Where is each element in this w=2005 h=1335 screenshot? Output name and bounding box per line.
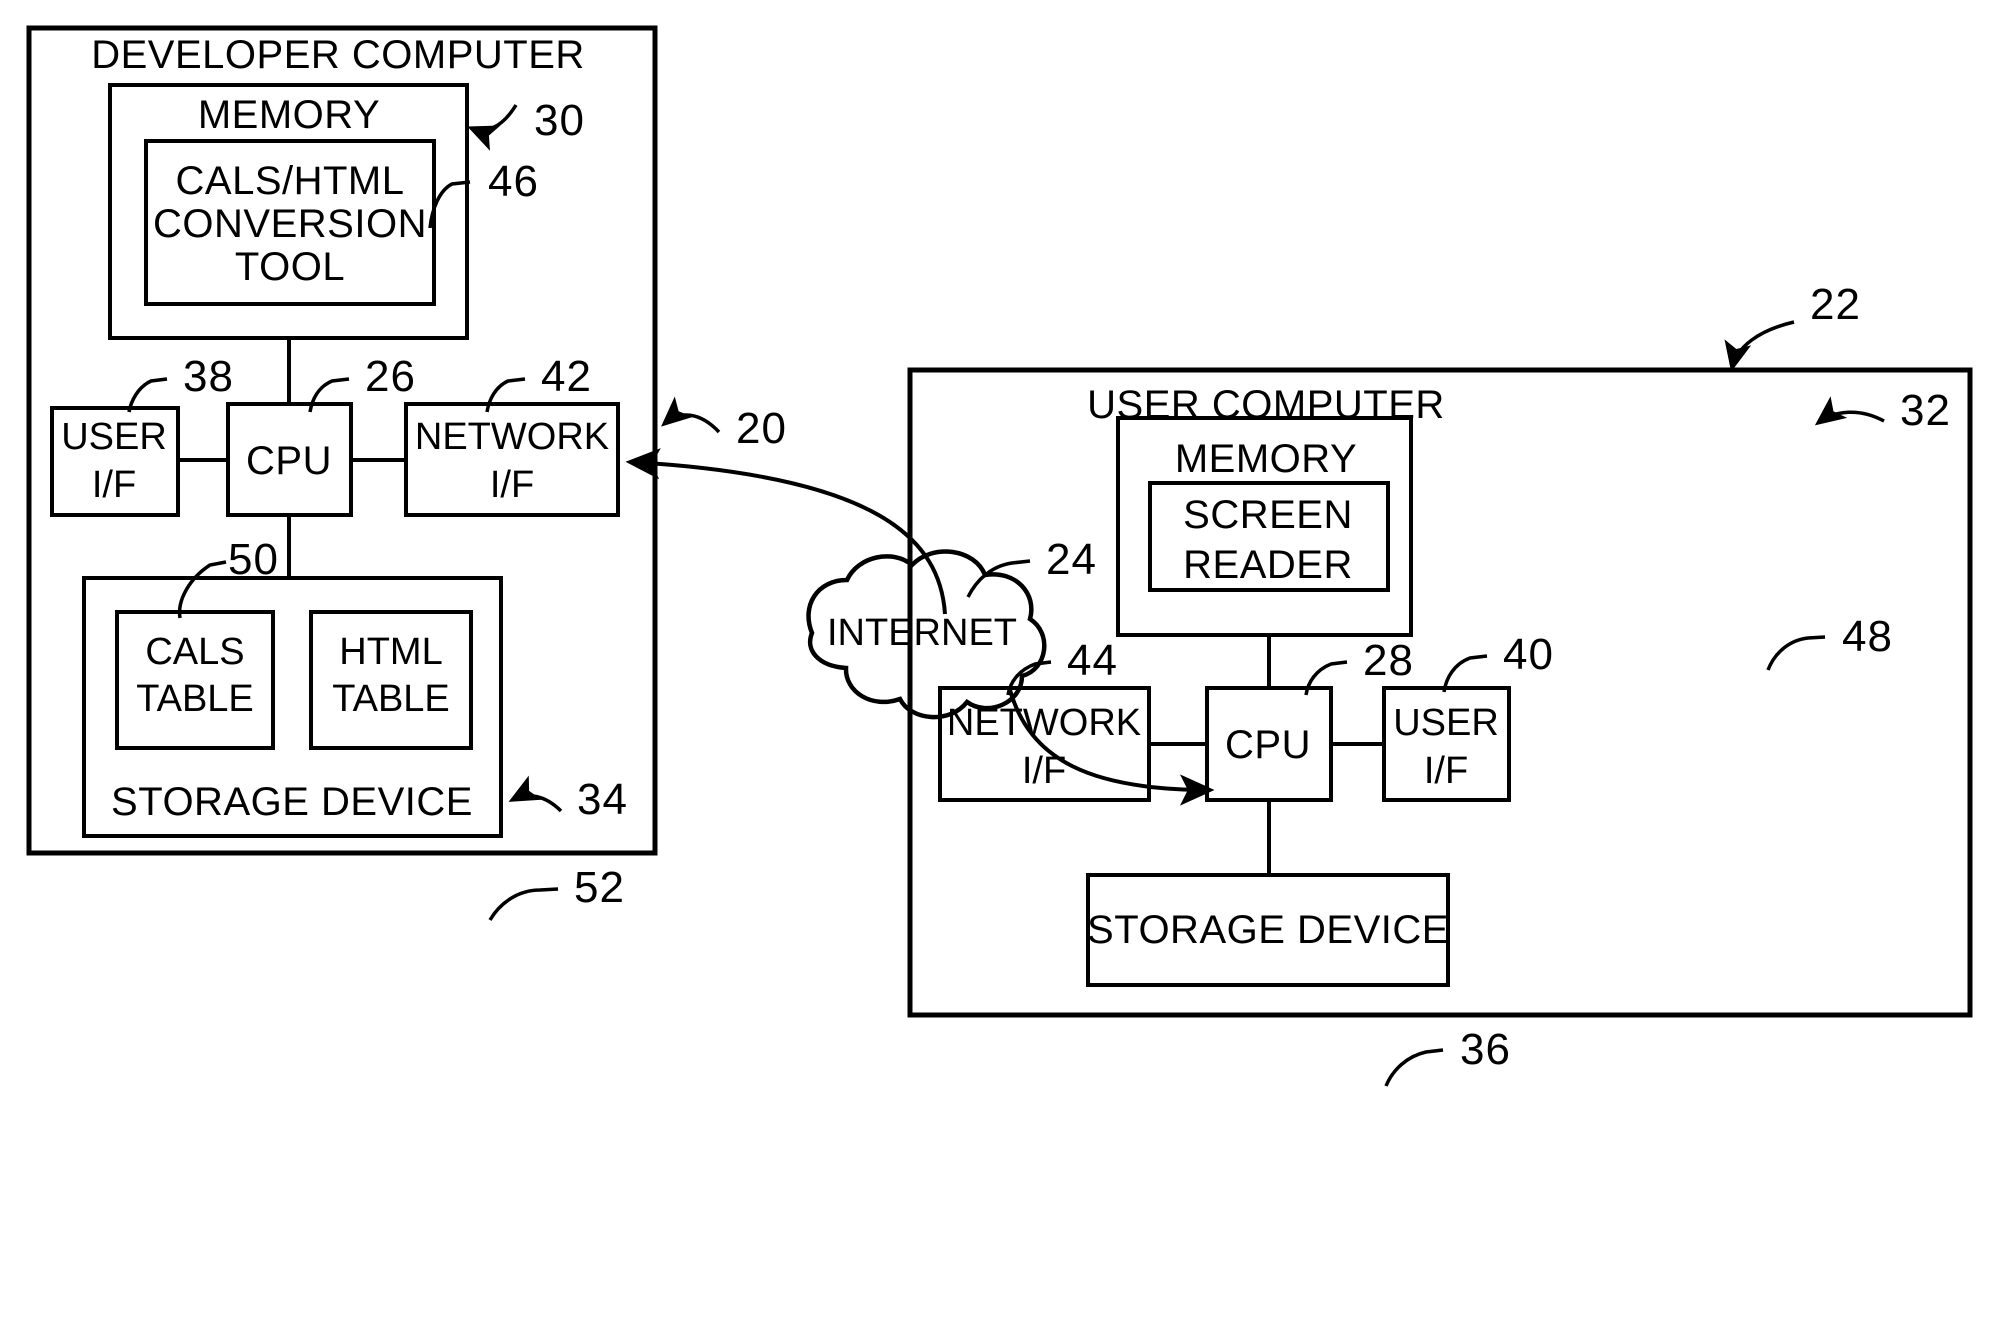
- leader-28: [1304, 660, 1348, 696]
- developer-network-if-line1: NETWORK: [415, 416, 609, 458]
- leader-22: [1724, 320, 1795, 372]
- internet-label: INTERNET: [827, 612, 1017, 654]
- leader-34: [508, 775, 563, 813]
- ref-42: 42: [541, 352, 592, 401]
- developer-network-if-line2: I/F: [490, 464, 534, 506]
- user-network-if-line2: I/F: [1022, 750, 1066, 792]
- ref-48: 48: [1842, 612, 1893, 661]
- tool-line1: CALS/HTML: [176, 159, 405, 203]
- ref-46: 46: [488, 157, 539, 206]
- ref-20: 20: [736, 404, 787, 453]
- ref-50: 50: [228, 535, 279, 584]
- user-memory-title: MEMORY: [1175, 437, 1357, 481]
- leader-32: [1814, 396, 1885, 426]
- ref-40: 40: [1503, 630, 1554, 679]
- user-network-if-line1: NETWORK: [947, 702, 1141, 744]
- ref-44: 44: [1067, 636, 1118, 685]
- developer-computer-title: DEVELOPER COMPUTER: [91, 33, 585, 77]
- user-computer-title: USER COMPUTER: [1087, 383, 1445, 427]
- ref-22: 22: [1810, 280, 1861, 329]
- tool-line2: CONVERSION: [153, 202, 427, 246]
- user-user-if-line2: I/F: [1424, 750, 1468, 792]
- ref-26: 26: [365, 352, 416, 401]
- patent-diagram: DEVELOPER COMPUTER MEMORY CALS/HTML CONV…: [26, 25, 1973, 1087]
- screen-reader-line2: READER: [1183, 543, 1353, 587]
- leader-52: [488, 887, 559, 921]
- ref-28: 28: [1363, 636, 1414, 685]
- developer-memory-title: MEMORY: [198, 93, 380, 137]
- ref-34: 34: [577, 775, 628, 824]
- tool-line3: TOOL: [235, 245, 345, 289]
- leader-30: [467, 104, 518, 151]
- user-storage-title: STORAGE DEVICE: [1087, 908, 1449, 952]
- developer-cpu-label: CPU: [246, 439, 332, 483]
- screen-reader-line1: SCREEN: [1183, 493, 1353, 537]
- leader-26: [308, 377, 350, 413]
- ref-24: 24: [1046, 535, 1097, 584]
- developer-storage-title: STORAGE DEVICE: [111, 780, 473, 824]
- leader-48: [1766, 635, 1826, 671]
- html-table-line1: HTML: [339, 631, 442, 673]
- leader-36: [1384, 1048, 1444, 1087]
- developer-user-if-line1: USER: [61, 416, 167, 458]
- developer-user-if-line2: I/F: [92, 464, 136, 506]
- html-table-line2: TABLE: [332, 678, 450, 720]
- ref-52: 52: [574, 863, 625, 912]
- user-user-if-line1: USER: [1393, 702, 1499, 744]
- ref-30: 30: [534, 96, 585, 145]
- ref-36: 36: [1460, 1025, 1511, 1074]
- cals-table-line1: CALS: [145, 631, 244, 673]
- figure-canvas: DEVELOPER COMPUTER MEMORY CALS/HTML CONV…: [0, 0, 2005, 1335]
- leader-50: [177, 560, 227, 619]
- ref-38: 38: [183, 352, 234, 401]
- ref-32: 32: [1900, 386, 1951, 435]
- leader-42: [485, 377, 526, 413]
- leader-20: [661, 396, 721, 434]
- user-cpu-label: CPU: [1225, 723, 1311, 767]
- cals-table-line2: TABLE: [136, 678, 254, 720]
